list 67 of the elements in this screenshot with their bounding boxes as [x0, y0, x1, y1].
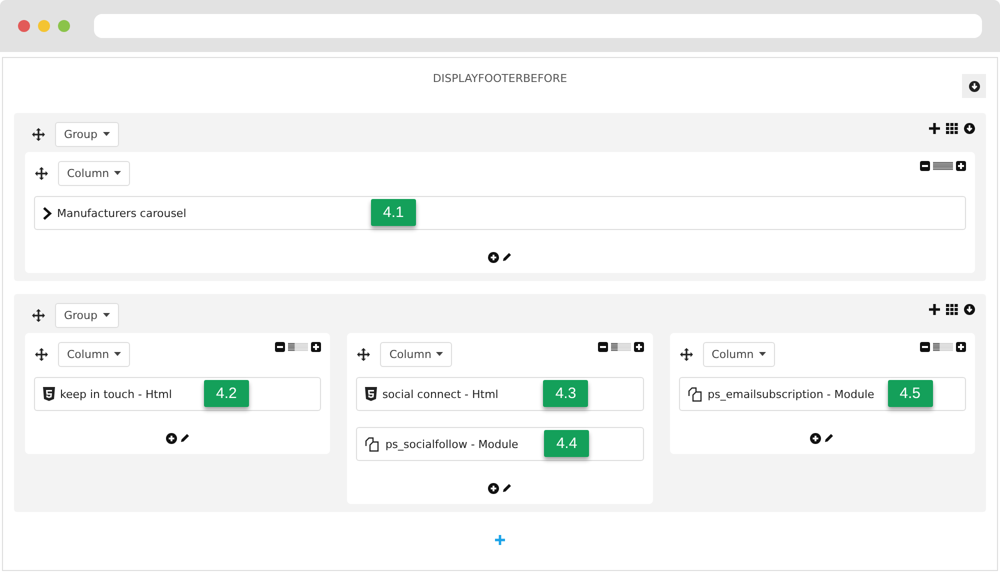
- caret-icon: [102, 132, 110, 136]
- add-group-icon[interactable]: [495, 535, 505, 545]
- position-badge: 4.1: [371, 199, 416, 226]
- caret-icon: [114, 171, 122, 175]
- download-button[interactable]: [962, 74, 986, 98]
- download-icon: [968, 80, 980, 92]
- move-icon[interactable]: [35, 348, 48, 360]
- minimize-dot[interactable]: [38, 20, 50, 32]
- download-icon[interactable]: [964, 304, 975, 314]
- add-icon[interactable]: [810, 433, 822, 444]
- close-dot[interactable]: [18, 20, 30, 32]
- html5-icon: [43, 387, 55, 401]
- column-dropdown[interactable]: Column: [702, 342, 775, 366]
- move-icon[interactable]: [680, 348, 693, 360]
- module-item[interactable]: Manufacturers carousel 4.1: [34, 196, 966, 230]
- grid-icon[interactable]: [946, 304, 958, 314]
- caret-icon: [758, 352, 766, 356]
- add-icon[interactable]: [166, 433, 177, 444]
- module-name: ps_socialfollow - Module: [385, 438, 518, 450]
- copy-icon: [365, 436, 380, 452]
- module-name: Manufacturers carousel: [57, 206, 186, 220]
- position-badge: 4.4: [544, 430, 590, 457]
- position-badge: 4.3: [543, 380, 588, 407]
- html5-icon: [365, 387, 378, 401]
- width-lines-icon: [933, 162, 953, 170]
- minus-icon[interactable]: [920, 161, 930, 171]
- module-item[interactable]: ps_socialfollow - Module 4.4: [356, 427, 644, 461]
- pencil-icon[interactable]: [502, 483, 512, 493]
- move-icon[interactable]: [32, 128, 45, 140]
- maximize-dot[interactable]: [58, 20, 70, 32]
- move-icon[interactable]: [32, 308, 45, 322]
- column-dropdown[interactable]: Column: [380, 342, 452, 366]
- module-name: keep in touch - Html: [60, 388, 172, 400]
- pencil-icon[interactable]: [502, 252, 512, 262]
- hook-title: DISPLAYFOOTERBEFORE: [432, 72, 568, 85]
- plus-icon[interactable]: [929, 122, 940, 134]
- add-icon[interactable]: [488, 252, 499, 263]
- column-dropdown[interactable]: Column: [58, 160, 130, 186]
- position-badge: 4.5: [888, 380, 933, 407]
- width-lines-icon: [610, 343, 631, 351]
- width-lines-icon: [932, 343, 953, 351]
- chevron-icon[interactable]: [43, 206, 52, 220]
- caret-icon: [102, 313, 110, 317]
- pencil-icon[interactable]: [824, 433, 834, 443]
- module-item[interactable]: ps_emailsubscription - Module 4.5: [678, 377, 966, 411]
- minus-icon[interactable]: [920, 342, 930, 352]
- caret-icon: [436, 352, 444, 356]
- grid-icon[interactable]: [946, 122, 958, 134]
- download-icon[interactable]: [964, 122, 975, 134]
- position-badge: 4.2: [204, 380, 249, 407]
- copy-icon: [688, 386, 703, 402]
- caret-icon: [114, 352, 122, 356]
- width-lines-icon: [288, 343, 308, 351]
- minus-icon[interactable]: [598, 342, 608, 352]
- group-dropdown[interactable]: Group: [55, 302, 118, 328]
- move-icon[interactable]: [35, 166, 48, 180]
- group-dropdown[interactable]: Group: [55, 122, 118, 146]
- move-icon[interactable]: [357, 348, 370, 360]
- module-item[interactable]: keep in touch - Html 4.2: [34, 377, 322, 411]
- module-name: social connect - Html: [382, 388, 498, 400]
- pencil-icon[interactable]: [180, 433, 190, 443]
- minus-icon[interactable]: [275, 342, 286, 352]
- module-item[interactable]: social connect - Html 4.3: [356, 377, 644, 411]
- module-name: ps_emailsubscription - Module: [708, 388, 874, 400]
- add-icon[interactable]: [488, 483, 499, 494]
- plus-icon[interactable]: [929, 304, 940, 314]
- column-dropdown[interactable]: Column: [58, 342, 130, 366]
